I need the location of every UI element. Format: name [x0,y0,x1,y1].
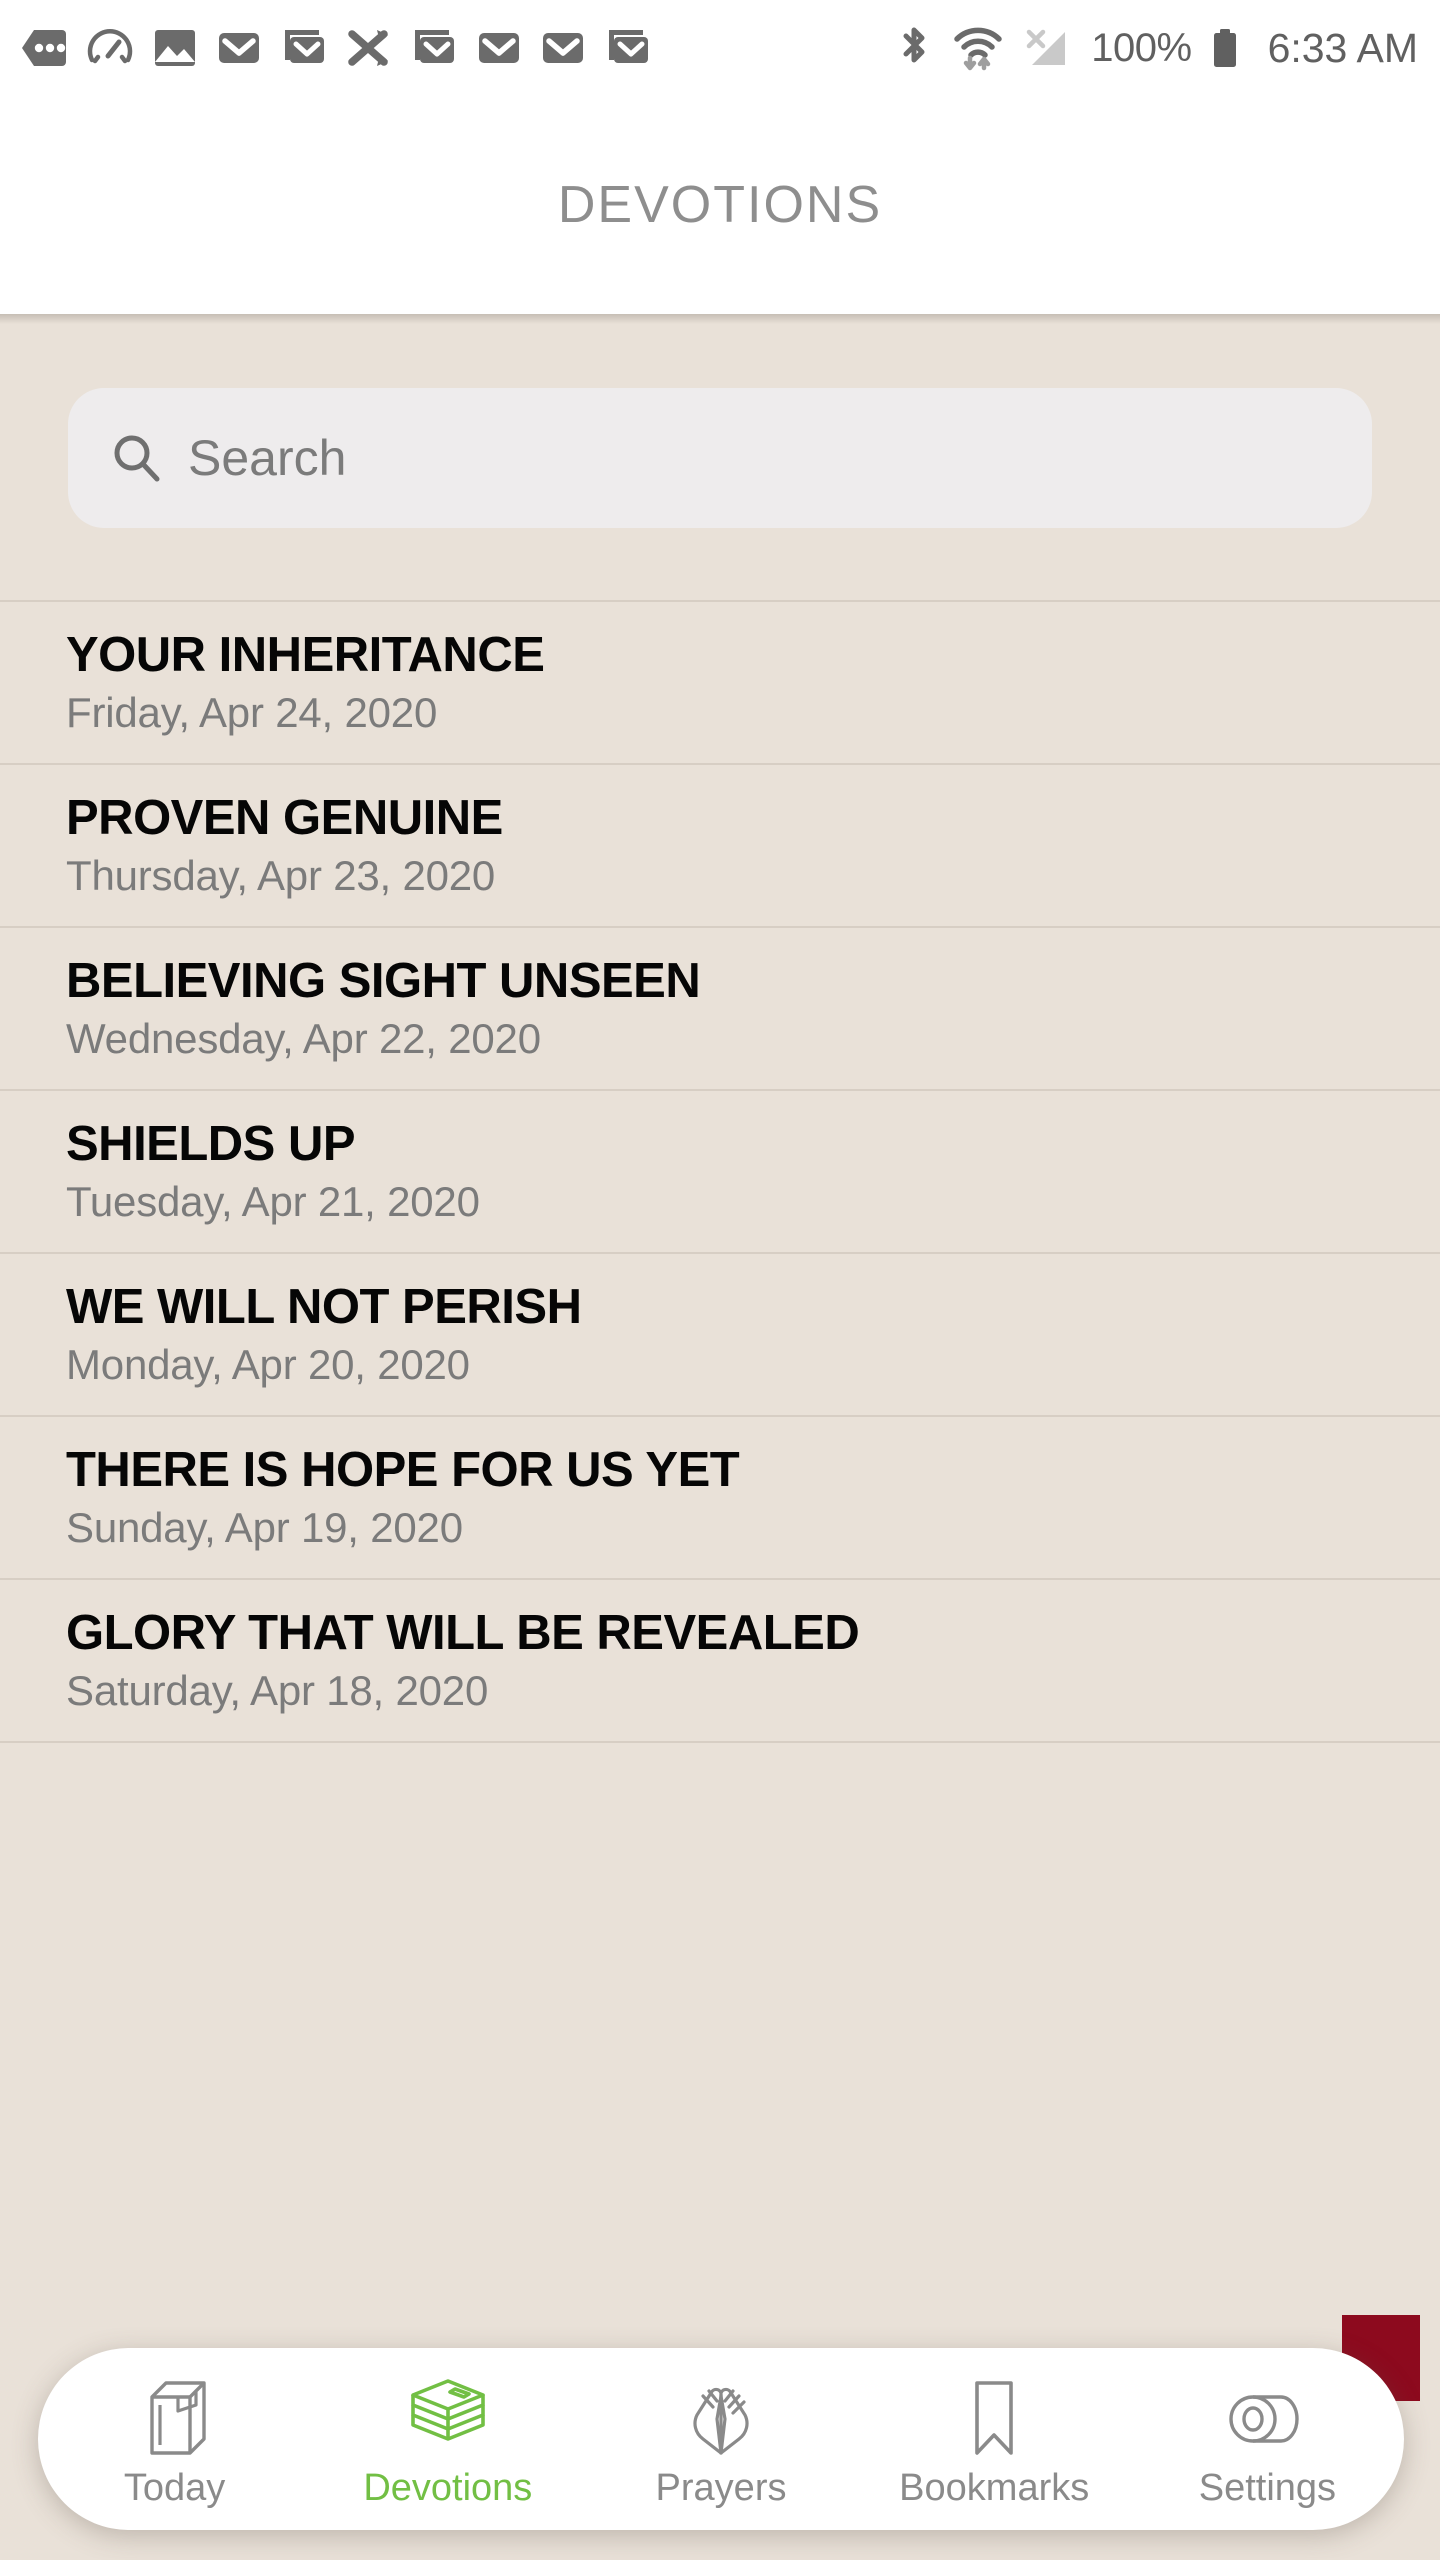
shuffle-icon [348,30,388,66]
status-bar: 100% 6:33 AM [0,0,1440,96]
devotion-title: THERE IS HOPE FOR US YET [66,1442,740,1497]
mail-icon [543,33,583,63]
devotions-page: Search YOUR INHERITANCE Friday, Apr 24, … [0,314,1440,2560]
list-item-divider [0,1741,1440,1743]
image-icon [155,30,195,66]
speedometer-icon [87,29,133,64]
nav-item-prayers[interactable]: Prayers [584,2348,857,2530]
mail-stack-icon [609,30,648,63]
nav-label-devotions: Devotions [363,2467,533,2509]
mail-icon [219,33,259,63]
mail-icon [479,33,519,63]
cellular-no-signal-icon [1027,29,1066,65]
book-stack-icon [403,2371,493,2463]
devotion-date: Saturday, Apr 18, 2020 [66,1667,489,1715]
search-input[interactable]: Search [188,429,346,487]
nav-label-today: Today [123,2467,226,2509]
devotion-date: Monday, Apr 20, 2020 [66,1341,470,1389]
search-bar[interactable]: Search [68,388,1372,528]
list-item[interactable]: WE WILL NOT PERISH Monday, Apr 20, 2020 [0,1252,1440,1415]
nav-item-settings[interactable]: Settings [1131,2348,1404,2530]
bottom-navigation-bar: Today Devotions Prayers Bookmarks Settin… [38,2348,1404,2530]
search-field-container[interactable]: Search [68,388,1372,528]
more-notifications-icon [22,30,66,66]
devotion-title: SHIELDS UP [66,1116,356,1171]
clock-label: 6:33 AM [1267,24,1418,71]
devotion-title: GLORY THAT WILL BE REVEALED [66,1605,860,1660]
mail-stack-icon [415,30,454,63]
bookmark-icon [959,2371,1029,2463]
devotion-title: YOUR INHERITANCE [66,627,545,682]
nav-label-bookmarks: Bookmarks [899,2467,1090,2509]
toggle-switch-icon [1219,2371,1315,2463]
list-item[interactable]: BELIEVING SIGHT UNSEEN Wednesday, Apr 22… [0,926,1440,1089]
list-item[interactable]: GLORY THAT WILL BE REVEALED Saturday, Ap… [0,1578,1440,1741]
devotion-date: Thursday, Apr 23, 2020 [66,852,496,900]
wifi-icon [954,27,1002,71]
mail-stack-icon [285,30,324,63]
devotion-title: PROVEN GENUINE [66,790,503,845]
devotions-list: YOUR INHERITANCE Friday, Apr 24, 2020 PR… [0,600,1440,1743]
nav-label-settings: Settings [1198,2467,1337,2509]
devotion-date: Wednesday, Apr 22, 2020 [66,1015,541,1063]
nav-label-prayers: Prayers [655,2467,787,2509]
page-title: DEVOTIONS [557,176,883,234]
praying-hands-icon [677,2371,765,2463]
list-item[interactable]: SHIELDS UP Tuesday, Apr 21, 2020 [0,1089,1440,1252]
list-item[interactable]: THERE IS HOPE FOR US YET Sunday, Apr 19,… [0,1415,1440,1578]
nav-item-bookmarks[interactable]: Bookmarks [858,2348,1131,2530]
devotion-date: Sunday, Apr 19, 2020 [66,1504,463,1552]
book-icon [132,2371,218,2463]
nav-item-devotions[interactable]: Devotions [311,2348,584,2530]
status-bar-notification-icons [18,22,893,74]
battery-icon [1213,29,1236,67]
devotion-date: Friday, Apr 24, 2020 [66,689,438,737]
header-shadow [0,314,1440,324]
devotion-title: BELIEVING SIGHT UNSEEN [66,953,701,1008]
status-bar-system-icons: 100% 6:33 AM [893,22,1418,74]
nav-item-today[interactable]: Today [38,2348,311,2530]
app-header: DEVOTIONS [0,96,1440,314]
list-item[interactable]: PROVEN GENUINE Thursday, Apr 23, 2020 [0,763,1440,926]
list-item[interactable]: YOUR INHERITANCE Friday, Apr 24, 2020 [0,600,1440,763]
battery-percent-label: 100% [1091,25,1192,70]
search-icon [114,435,160,482]
bluetooth-icon [903,27,925,63]
devotion-date: Tuesday, Apr 21, 2020 [66,1178,480,1226]
devotion-title: WE WILL NOT PERISH [66,1279,582,1334]
